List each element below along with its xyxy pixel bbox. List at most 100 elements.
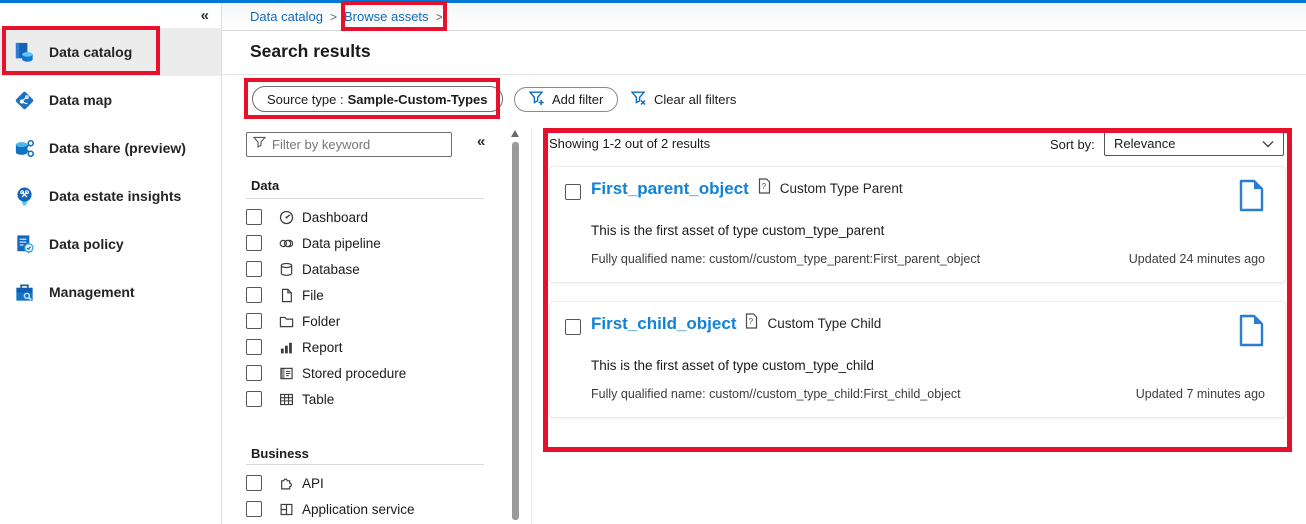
sidebar-collapse-icon[interactable]: « [201,7,209,24]
filter-section-title-data: Data [251,178,280,193]
filter-item-table[interactable]: Table [246,386,496,412]
page-title: Search results [250,41,371,61]
sidebar-item-label: Data map [49,92,113,108]
result-card-first-parent-object[interactable]: First_parent_object ? Custom Type Parent… [549,166,1286,283]
scrollbar-thumb[interactable] [512,142,519,520]
result-title-row: First_parent_object ? Custom Type Parent [591,178,903,199]
data-policy-icon [13,233,36,256]
filter-item-data-pipeline[interactable]: Data pipeline [246,230,496,256]
left-navigation-sidebar: « Data catalog Data map Data share (prev… [0,3,222,524]
result-description: This is the first asset of type custom_t… [591,358,874,373]
sidebar-item-label: Management [49,284,135,300]
stored-procedure-icon [279,366,294,381]
breadcrumb-link-browse-assets[interactable]: Browse assets [344,9,429,24]
filter-item-folder[interactable]: Folder [246,308,496,334]
stored-procedure-checkbox[interactable] [246,365,262,381]
breadcrumb-link-data-catalog[interactable]: Data catalog [250,9,323,24]
filter-panel-collapse-icon[interactable]: « [477,133,485,150]
result-updated-time: Updated 24 minutes ago [1128,252,1265,266]
sidebar-item-data-share[interactable]: Data share (preview) [0,124,221,172]
result-checkbox[interactable] [565,319,581,335]
sidebar-item-management[interactable]: Management [0,268,221,316]
table-icon [279,392,294,407]
filter-item-label: Folder [302,313,341,329]
filter-item-file[interactable]: File [246,282,496,308]
file-asset-icon [1238,314,1265,352]
filter-keyword-box [246,132,452,157]
breadcrumb: Data catalog > Browse assets > [250,9,443,24]
filter-item-label: Table [302,391,335,407]
folder-checkbox[interactable] [246,313,262,329]
data-pipeline-checkbox[interactable] [246,235,262,251]
filter-item-dashboard[interactable]: Dashboard [246,204,496,230]
data-estate-insights-icon [13,185,36,208]
funnel-icon [252,136,267,154]
sidebar-item-data-map[interactable]: Data map [0,76,221,124]
data-pipeline-icon [279,236,294,251]
database-icon [279,262,294,277]
sidebar-item-data-catalog[interactable]: Data catalog [0,28,221,76]
result-card-first-child-object[interactable]: First_child_object ? Custom Type Child T… [549,301,1286,418]
result-updated-time: Updated 7 minutes ago [1135,387,1265,401]
result-description: This is the first asset of type custom_t… [591,223,885,238]
asset-type-label: Custom Type Parent [779,181,903,196]
sidebar-item-label: Data catalog [49,44,133,60]
breadcrumb-bar: Data catalog > Browse assets > [222,3,1306,31]
filter-item-api[interactable]: API [246,470,496,496]
result-title-link[interactable]: First_parent_object [591,179,749,199]
result-fully-qualified-name: Fully qualified name: custom//custom_typ… [591,252,981,266]
application-service-checkbox[interactable] [246,501,262,517]
add-filter-label: Add filter [552,92,604,107]
sidebar-item-data-policy[interactable]: Data policy [0,220,221,268]
file-icon [279,288,294,303]
filter-item-label: Report [302,339,343,355]
source-type-filter-chip[interactable]: Source type : Sample-Custom-Types [252,86,503,112]
filter-clear-icon [630,91,647,109]
api-checkbox[interactable] [246,475,262,491]
filter-item-label: Database [302,261,360,277]
result-title-link[interactable]: First_child_object [591,314,736,334]
dashboard-checkbox[interactable] [246,209,262,225]
folder-icon [279,314,294,329]
data-catalog-icon [13,41,36,64]
filter-item-database[interactable]: Database [246,256,496,282]
filter-item-report[interactable]: Report [246,334,496,360]
asset-type-icon: ? [758,178,771,199]
sidebar-item-data-estate-insights[interactable]: Data estate insights [0,172,221,220]
filter-item-label: Data pipeline [302,235,381,251]
filter-item-label: Dashboard [302,209,369,225]
clear-all-filters-label: Clear all filters [654,92,737,107]
clear-all-filters-button[interactable]: Clear all filters [630,87,737,112]
chip-value: Sample-Custom-Types [347,91,488,107]
header-divider [222,74,1306,75]
sidebar-item-label: Data share (preview) [49,140,186,156]
filter-section-title-business: Business [251,446,309,461]
filter-item-label: API [302,475,324,491]
asset-type-icon: ? [745,313,758,334]
dashboard-icon [279,210,294,225]
file-checkbox[interactable] [246,287,262,303]
filter-item-label: File [302,287,324,303]
filter-item-label: Application service [302,501,415,517]
report-checkbox[interactable] [246,339,262,355]
filter-item-application-service[interactable]: Application service [246,496,496,522]
api-icon [279,476,294,491]
purview-search-results-page: « Data catalog Data map Data share (prev… [0,0,1306,524]
data-share-icon [13,137,36,160]
filter-item-stored-procedure[interactable]: Stored procedure [246,360,496,386]
scrollbar-up-arrow-icon[interactable] [511,130,519,137]
application-service-icon [279,502,294,517]
add-filter-button[interactable]: Add filter [514,87,619,112]
data-map-icon [13,89,36,112]
section-divider [246,464,484,465]
sidebar-item-label: Data estate insights [49,188,182,204]
database-checkbox[interactable] [246,261,262,277]
filter-panel-scrollbar[interactable] [511,128,520,524]
result-checkbox[interactable] [565,184,581,200]
filter-item-label: Stored procedure [302,365,407,381]
sort-by-label: Sort by: [1050,137,1095,152]
filter-keyword-input[interactable] [272,137,448,152]
panel-separator [531,128,532,524]
sort-by-dropdown[interactable]: Relevance [1104,131,1284,156]
table-checkbox[interactable] [246,391,262,407]
